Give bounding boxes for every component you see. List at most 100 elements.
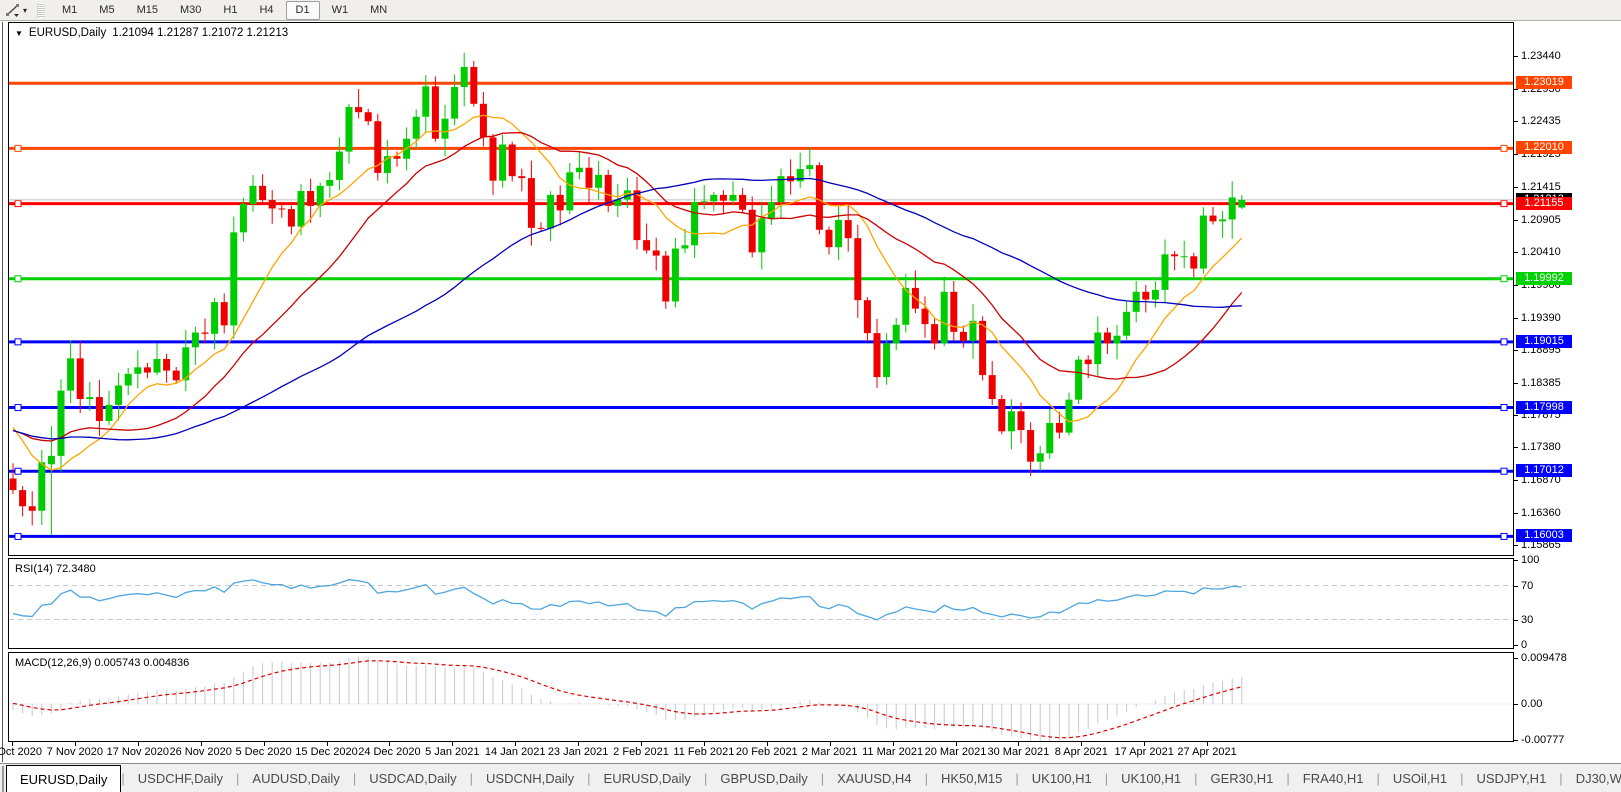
- candle-up: [1094, 332, 1101, 364]
- date-tick-label: 20 Feb 2021: [736, 746, 798, 758]
- price-tick-mark: [1514, 513, 1518, 514]
- chart-tab-xauusd-h4[interactable]: XAUUSD,H4: [824, 764, 924, 792]
- candle-down: [749, 210, 756, 253]
- candle-up: [566, 172, 573, 210]
- line-handle[interactable]: [15, 339, 21, 345]
- time-axis[interactable]: 29 Oct 20207 Nov 202017 Nov 202026 Nov 2…: [8, 742, 1514, 762]
- macd-indicator-label: MACD(12,26,9) 0.005743 0.004836: [15, 657, 189, 669]
- rsi-tick-label: 100: [1521, 554, 1539, 566]
- line-handle[interactable]: [1501, 339, 1507, 345]
- candle-up: [1075, 360, 1082, 400]
- price-tick-mark: [1514, 121, 1518, 122]
- candle-up: [1219, 219, 1226, 221]
- timeframe-button-d1[interactable]: D1: [286, 1, 320, 20]
- candle-down: [77, 358, 84, 399]
- line-handle[interactable]: [15, 468, 21, 474]
- candle-up: [1066, 400, 1073, 433]
- candle-up: [1114, 336, 1121, 344]
- date-tick-label: 14 Jan 2021: [485, 746, 546, 758]
- timeframe-button-m15[interactable]: M15: [127, 1, 168, 20]
- timeframe-button-h1[interactable]: H1: [213, 1, 247, 20]
- price-tick-mark: [1514, 383, 1518, 384]
- line-handle[interactable]: [15, 405, 21, 411]
- candle-up: [250, 186, 257, 204]
- date-tick-label: 27 Apr 2021: [1177, 746, 1236, 758]
- price-chart-panel[interactable]: [8, 22, 1514, 556]
- timeframe-button-m30[interactable]: M30: [170, 1, 211, 20]
- rsi-indicator-label: RSI(14) 72.3480: [15, 563, 96, 575]
- date-tick-label: 2 Feb 2021: [613, 746, 669, 758]
- candle-down: [720, 195, 727, 201]
- candle-down: [1171, 254, 1178, 256]
- chart-tab-usdcad-daily[interactable]: USDCAD,Daily: [356, 764, 469, 792]
- rsi-tick-label: 0: [1521, 639, 1527, 651]
- candle-up: [691, 202, 698, 245]
- chart-tab-eurusd-daily[interactable]: EURUSD,Daily: [6, 765, 121, 792]
- price-tick-label: 1.20905: [1521, 214, 1561, 226]
- line-handle[interactable]: [15, 533, 21, 539]
- chart-tab-uk100-h1[interactable]: UK100,H1: [1019, 764, 1105, 792]
- line-handle[interactable]: [1501, 276, 1507, 282]
- chart-tab-usdjpy-h1[interactable]: USDJPY,H1: [1463, 764, 1559, 792]
- trendline-tool-icon[interactable]: [3, 2, 23, 19]
- timeframe-button-m1[interactable]: M1: [52, 1, 87, 20]
- candle-down: [922, 309, 929, 325]
- timeframe-buttons: M1M5M15M30H1H4D1W1MN: [51, 1, 398, 20]
- candle-down: [989, 375, 996, 399]
- candle-up: [134, 367, 141, 373]
- candle-down: [931, 324, 938, 343]
- candle-down: [470, 67, 477, 104]
- chart-tab-eurusd-daily[interactable]: EURUSD,Daily: [591, 764, 704, 792]
- line-handle[interactable]: [15, 145, 21, 151]
- chart-tab-hk50-m15[interactable]: HK50,M15: [928, 764, 1015, 792]
- chart-tab-audusd-daily[interactable]: AUDUSD,Daily: [239, 764, 352, 792]
- candle-up: [499, 145, 506, 181]
- collapse-triangle-icon[interactable]: ▼: [15, 29, 23, 38]
- line-handle[interactable]: [15, 276, 21, 282]
- chart-tab-usdcnh-daily[interactable]: USDCNH,Daily: [473, 764, 587, 792]
- line-handle[interactable]: [1501, 201, 1507, 207]
- tool-dropdown-caret-icon[interactable]: ▾: [23, 6, 27, 15]
- timeframe-button-w1[interactable]: W1: [322, 1, 359, 20]
- toolbar-grip-handle[interactable]: [37, 3, 45, 18]
- candle-down: [643, 240, 650, 250]
- rsi-indicator-panel[interactable]: [8, 558, 1514, 649]
- tabbar-splitter-handle[interactable]: [2, 766, 4, 792]
- line-handle[interactable]: [1501, 533, 1507, 539]
- chart-tab-fra40-h1[interactable]: FRA40,H1: [1290, 764, 1377, 792]
- chart-tab-ger30-h1[interactable]: GER30,H1: [1198, 764, 1287, 792]
- line-handle[interactable]: [1501, 468, 1507, 474]
- candle-up: [298, 191, 305, 227]
- rsi-tick-label: 70: [1521, 580, 1533, 592]
- candle-down: [864, 300, 871, 333]
- chart-tab-gbpusd-daily[interactable]: GBPUSD,Daily: [707, 764, 820, 792]
- line-handle[interactable]: [1501, 145, 1507, 151]
- chart-tab-usdchf-daily[interactable]: USDCHF,Daily: [125, 764, 236, 792]
- timeframe-button-m5[interactable]: M5: [89, 1, 124, 20]
- candle-up: [154, 359, 161, 373]
- candle-up: [710, 195, 717, 201]
- macd-tick-label: 0.00: [1521, 698, 1542, 710]
- candle-down: [29, 506, 36, 511]
- candle-up: [461, 67, 468, 87]
- timeframe-button-h4[interactable]: H4: [249, 1, 283, 20]
- level-price-badge: 1.22010: [1516, 141, 1572, 154]
- macd-tick-mark: [1514, 658, 1518, 659]
- chart-tab-usoil-h1[interactable]: USOil,H1: [1380, 764, 1460, 792]
- timeframe-button-mn[interactable]: MN: [360, 1, 397, 20]
- candle-up: [38, 462, 45, 510]
- date-tick-label: 26 Nov 2020: [169, 746, 231, 758]
- line-handle[interactable]: [1501, 405, 1507, 411]
- line-handle[interactable]: [15, 201, 21, 207]
- candle-down: [1027, 430, 1034, 462]
- date-tick-label: 7 Nov 2020: [47, 746, 103, 758]
- price-axis[interactable]: 1.234401.229301.224351.219251.214151.209…: [1514, 22, 1621, 762]
- candle-down: [1142, 292, 1149, 300]
- candle-up: [326, 180, 333, 186]
- chart-tab-dj30-weekly[interactable]: DJ30,Weekly: [1563, 764, 1621, 792]
- chart-ohlc-quotes: 1.21094 1.21287 1.21072 1.21213: [112, 27, 288, 39]
- chart-tab-uk100-h1[interactable]: UK100,H1: [1108, 764, 1194, 792]
- candle-up: [1037, 453, 1044, 461]
- date-tick-label: 15 Dec 2020: [295, 746, 357, 758]
- macd-indicator-panel[interactable]: [8, 652, 1514, 742]
